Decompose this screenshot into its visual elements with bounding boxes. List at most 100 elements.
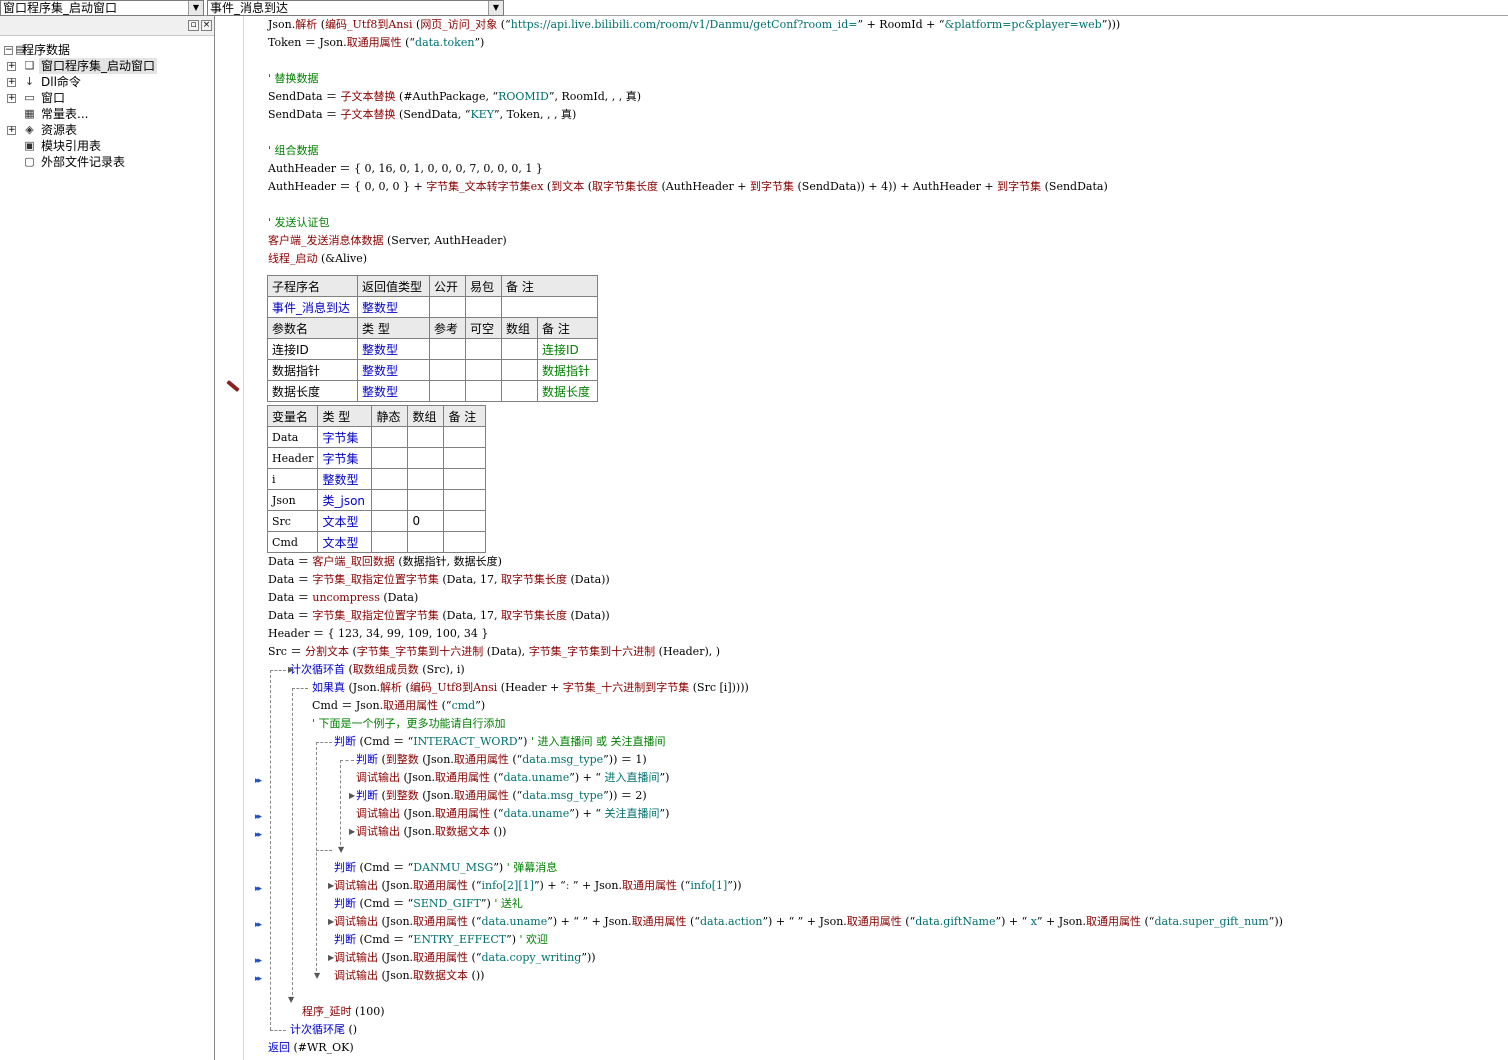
easy-package-cell[interactable] [465,296,502,318]
code-line[interactable]: Src ＝ 分割文本 (字节集_字节集到十六进制 (Data), 字节集_字节集… [268,643,720,661]
code-line[interactable]: 调试输出 (Json.取通用属性 (“data.copy_writing”)) [334,949,596,967]
expand-icon[interactable]: + [7,78,16,87]
expand-icon[interactable]: + [7,62,16,71]
var-name-cell[interactable]: Cmd [266,531,319,553]
tree-item-window[interactable]: + ▭ 窗口 [0,90,200,106]
code-line[interactable]: SendData ＝ 子文本替换 (SendData, “KEY”, Token… [268,106,576,124]
var-static-cell[interactable] [371,468,409,490]
param-remark-cell[interactable]: 数据长度 [537,380,598,402]
var-type-cell[interactable]: 类_json [317,489,373,511]
code-line[interactable]: SendData ＝ 子文本替换 (#AuthPackage, “ROOMID”… [268,88,641,106]
restore-icon[interactable]: ▫ [188,20,199,31]
code-line[interactable]: 程序_延时 (100) [302,1003,385,1021]
subroutine-name-cell[interactable]: 事件_消息到达 [267,296,358,318]
code-line[interactable]: AuthHeader ＝ { 0, 0, 0 } + 字节集_文本转字节集ex … [268,178,1108,196]
code-line[interactable]: 计次循环首 (取数组成员数 (Src), i) [290,661,465,679]
code-comment[interactable]: ' 下面是一个例子，更多功能请自行添加 [312,715,506,733]
var-type-cell[interactable]: 文本型 [317,510,373,532]
code-line[interactable]: Data ＝ 字节集_取指定位置字节集 (Data, 17, 取字节集长度 (D… [268,607,610,625]
param-array-cell[interactable] [501,380,538,402]
expand-icon[interactable]: + [7,126,16,135]
var-remark-cell[interactable] [443,447,487,469]
var-type-cell[interactable]: 文本型 [317,531,373,553]
var-array-cell[interactable] [407,489,445,511]
tree-item-external-files[interactable]: ▢ 外部文件记录表 [0,154,200,170]
code-line[interactable]: 客户端_发送消息体数据 (Server, AuthHeader) [268,232,507,250]
param-type-cell[interactable]: 整数型 [357,338,430,360]
code-line[interactable]: Header ＝ { 123, 34, 99, 109, 100, 34 } [268,625,488,643]
table-row[interactable]: Src 文本型 0 [266,510,487,532]
code-line[interactable]: 调试输出 (Json.取数据文本 ()) [356,823,506,841]
var-remark-cell[interactable] [443,468,487,490]
param-name-cell[interactable]: 数据长度 [267,380,358,402]
remark-cell[interactable] [501,296,598,318]
code-line[interactable]: Cmd ＝ Json.取通用属性 (“cmd”) [312,697,485,715]
code-line[interactable]: 如果真 (Json.解析 (编码_Utf8到Ansi (Header + 字节集… [312,679,749,697]
return-type-cell[interactable]: 整数型 [357,296,430,318]
var-array-cell[interactable]: 0 [407,510,445,532]
var-array-cell[interactable] [407,468,445,490]
var-remark-cell[interactable] [443,531,487,553]
tree-item-resources[interactable]: + ◈ 资源表 [0,122,200,138]
var-static-cell[interactable] [371,510,409,532]
code-line[interactable]: 线程_启动 (&Alive) [268,250,367,268]
var-static-cell[interactable] [371,489,409,511]
code-line[interactable]: 判断 (到整数 (Json.取通用属性 (“data.msg_type”)) ＝… [356,787,647,805]
code-line[interactable]: Json.解析 (编码_Utf8到Ansi (网页_访问_对象 (“https:… [268,16,1120,34]
class-select[interactable]: 窗口程序集_启动窗口 ▼ [0,0,204,16]
param-nullable-cell[interactable] [465,359,502,381]
var-remark-cell[interactable] [443,489,487,511]
table-row[interactable]: Json 类_json [266,489,487,511]
tree-item-program-data[interactable]: − ▤ 程序数据 [0,42,200,58]
var-name-cell[interactable]: Header [266,447,319,469]
param-name-cell[interactable]: 数据指针 [267,359,358,381]
param-type-cell[interactable]: 整数型 [357,380,430,402]
code-line[interactable]: 判断 (Cmd ＝ “ENTRY_EFFECT”) ' 欢迎 [334,931,548,949]
code-line[interactable]: 计次循环尾 () [290,1021,357,1039]
var-remark-cell[interactable] [443,510,487,532]
table-row[interactable]: i 整数型 [266,468,487,490]
var-static-cell[interactable] [371,426,409,448]
expand-icon[interactable]: + [7,94,16,103]
table-row[interactable]: Cmd 文本型 [266,531,487,553]
var-remark-cell[interactable] [443,426,487,448]
param-array-cell[interactable] [501,359,538,381]
table-row[interactable]: 数据长度 整数型 数据长度 [267,380,598,402]
var-static-cell[interactable] [371,531,409,553]
code-comment[interactable]: ' 发送认证包 [268,214,330,232]
chevron-down-icon[interactable]: ▼ [488,1,503,15]
param-ref-cell[interactable] [429,338,466,360]
splitter[interactable] [215,16,243,1060]
breakpoint-icon[interactable]: ▸▸ [255,812,262,822]
code-line[interactable]: Data ＝ 字节集_取指定位置字节集 (Data, 17, 取字节集长度 (D… [268,571,610,589]
var-name-cell[interactable]: Src [266,510,319,532]
param-remark-cell[interactable]: 数据指针 [537,359,598,381]
breakpoint-icon[interactable]: ▸▸ [255,956,262,966]
param-remark-cell[interactable]: 连接ID [537,338,598,360]
table-row[interactable]: Data 字节集 [266,426,487,448]
public-cell[interactable] [429,296,466,318]
code-line[interactable]: 判断 (Cmd ＝ “DANMU_MSG”) ' 弹幕消息 [334,859,557,877]
code-comment[interactable]: ' 替换数据 [268,70,319,88]
code-line[interactable]: Data ＝ 客户端_取回数据 (数据指针, 数据长度) [268,553,502,571]
var-name-cell[interactable]: Json [266,489,319,511]
table-row[interactable]: Header 字节集 [266,447,487,469]
code-line[interactable]: 判断 (到整数 (Json.取通用属性 (“data.msg_type”)) ＝… [356,751,647,769]
breakpoint-icon[interactable]: ▸▸ [255,830,262,840]
var-array-cell[interactable] [407,426,445,448]
param-nullable-cell[interactable] [465,380,502,402]
code-line[interactable]: 调试输出 (Json.取通用属性 (“data.uname”) + “ ” + … [334,913,1283,931]
var-array-cell[interactable] [407,447,445,469]
var-type-cell[interactable]: 整数型 [317,468,373,490]
code-line[interactable]: 调试输出 (Json.取通用属性 (“info[2][1]”) + “: ” +… [334,877,742,895]
var-array-cell[interactable] [407,531,445,553]
tree-item-program-set[interactable]: + ❏ 窗口程序集_启动窗口 [0,58,200,74]
code-line[interactable]: 调试输出 (Json.取通用属性 (“data.uname”) + “ 关注直播… [356,805,669,823]
code-line[interactable]: 调试输出 (Json.取数据文本 ()) [334,967,484,985]
var-type-cell[interactable]: 字节集 [317,447,373,469]
close-icon[interactable]: × [201,20,212,31]
chevron-down-icon[interactable]: ▼ [188,1,203,15]
param-name-cell[interactable]: 连接ID [267,338,358,360]
code-line[interactable]: 返回 (#WR_OK) [268,1039,354,1057]
table-row[interactable]: 数据指针 整数型 数据指针 [267,359,598,381]
